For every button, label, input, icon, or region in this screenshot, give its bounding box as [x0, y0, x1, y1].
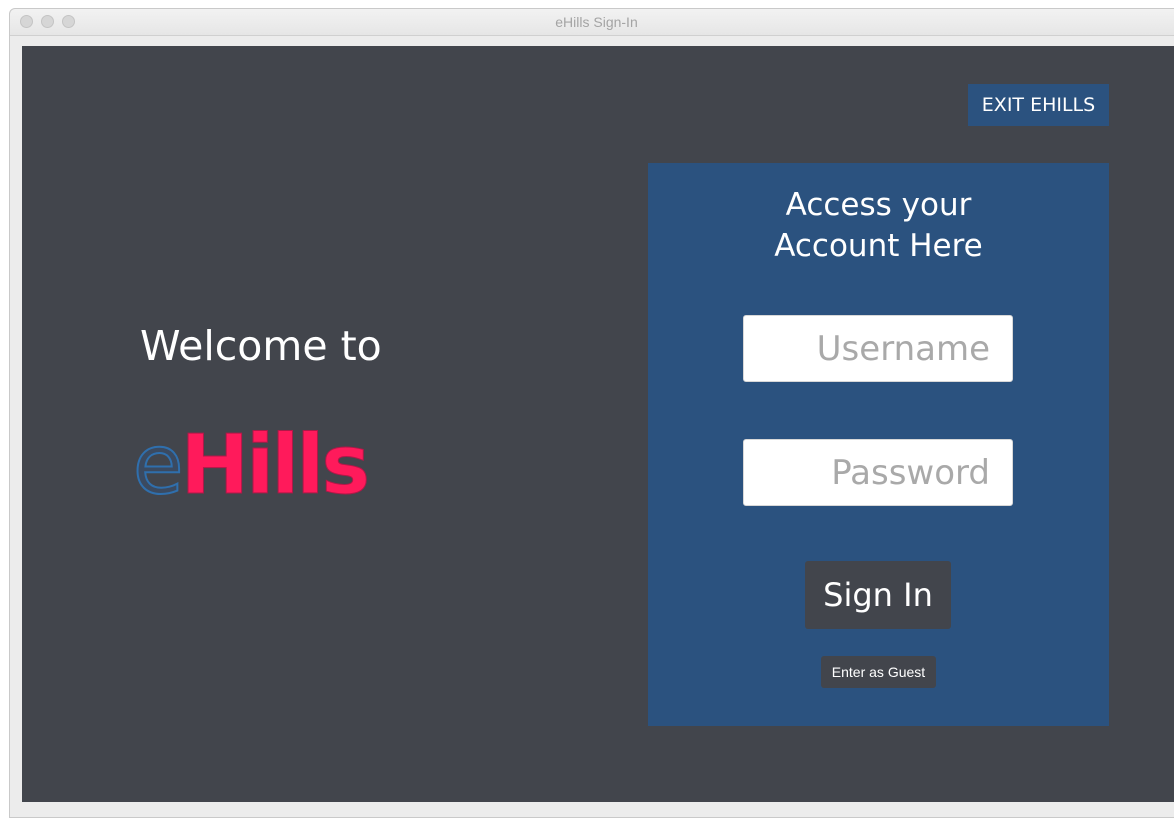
title-bar[interactable]: eHills Sign-In — [10, 9, 1174, 36]
logo-hills: Hills — [180, 418, 371, 514]
login-title-line1: Access your — [785, 187, 972, 223]
logo-e: e — [132, 417, 185, 514]
username-input[interactable] — [743, 315, 1013, 382]
ehills-logo: eHills — [132, 416, 371, 516]
main-content: Welcome to eHills EXIT EHILLS Access you… — [22, 46, 1174, 802]
sign-in-button[interactable]: Sign In — [805, 561, 951, 629]
welcome-text: Welcome to — [140, 322, 382, 370]
exit-button[interactable]: EXIT EHILLS — [968, 84, 1109, 126]
guest-button[interactable]: Enter as Guest — [821, 656, 936, 688]
window-title: eHills Sign-In — [555, 14, 638, 30]
login-panel: Access your Account Here Sign In Enter a… — [648, 163, 1109, 726]
login-title-line2: Account Here — [774, 228, 983, 264]
password-input[interactable] — [743, 439, 1013, 506]
